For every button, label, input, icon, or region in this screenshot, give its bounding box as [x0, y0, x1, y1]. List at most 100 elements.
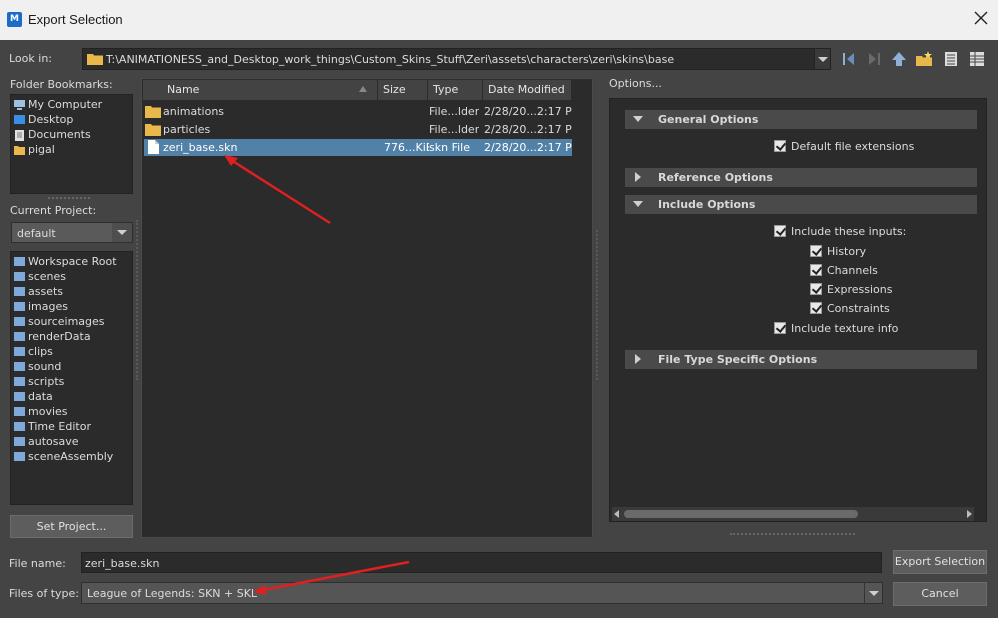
constraints-checkbox[interactable] — [810, 302, 822, 314]
checkbox-label: Constraints — [827, 302, 890, 315]
file-icon — [148, 140, 159, 154]
current-project-label: Current Project: — [10, 204, 97, 217]
file-type-options-header[interactable]: File Type Specific Options — [625, 350, 977, 369]
project-item-label: data — [28, 390, 53, 403]
sort-arrow-icon — [359, 86, 367, 92]
folder-icon — [14, 452, 25, 461]
project-item-label: assets — [28, 285, 64, 298]
checkbox-label: Include these inputs: — [791, 225, 907, 238]
file-row[interactable]: particles File...lder 2/28/20...2:17 PM — [144, 121, 572, 138]
expressions-checkbox[interactable] — [810, 283, 822, 295]
file-size-cell: 776...KiB — [384, 141, 429, 154]
file-type-cell: skn File — [429, 141, 470, 154]
bookmarks-label: Folder Bookmarks: — [10, 78, 113, 91]
folder-icon — [14, 437, 25, 446]
column-header-date[interactable]: Date Modified — [483, 80, 572, 100]
files-of-type-value: League of Legends: SKN + SKL — [87, 587, 258, 600]
folder-icon — [14, 287, 25, 296]
general-options-header[interactable]: General Options — [625, 110, 977, 129]
project-value: default — [17, 227, 56, 240]
file-row[interactable]: animations File...lder 2/28/20...2:17 PM — [144, 103, 572, 120]
reference-options-header[interactable]: Reference Options — [625, 168, 977, 187]
bookmarks-list: My Computer Desktop Documents pigal — [10, 94, 133, 194]
column-header-label: Date Modified — [488, 83, 565, 96]
folder-icon — [14, 302, 25, 311]
column-header-label: Size — [383, 83, 406, 96]
file-name-input[interactable]: zeri_base.skn — [81, 552, 882, 573]
back-icon[interactable] — [840, 50, 858, 68]
chevron-down-icon — [869, 591, 879, 596]
set-project-button[interactable]: Set Project... — [10, 515, 133, 538]
scroll-right-icon[interactable] — [967, 510, 972, 518]
file-date-cell: 2/28/20...2:17 PM — [484, 105, 572, 118]
default-extensions-checkbox[interactable] — [774, 140, 786, 152]
project-item-label: Time Editor — [28, 420, 91, 433]
scroll-thumb[interactable] — [624, 510, 858, 518]
files-of-type-label: Files of type: — [9, 587, 80, 600]
project-item-label: sourceimages — [28, 315, 105, 328]
file-name-cell: particles — [163, 123, 211, 136]
group-title: Reference Options — [658, 171, 773, 184]
close-icon[interactable] — [972, 9, 990, 27]
bottom-splitter[interactable] — [730, 533, 855, 535]
detail-view-icon[interactable] — [968, 50, 986, 68]
document-icon — [15, 130, 24, 141]
options-horizontal-scrollbar[interactable] — [612, 507, 974, 521]
file-name-cell: zeri_base.skn — [163, 141, 238, 154]
options-panel: General Options Default file extensions … — [609, 98, 987, 522]
column-header-name[interactable]: Name — [143, 80, 378, 100]
maya-app-icon: M — [7, 12, 22, 27]
look-in-dropdown[interactable] — [814, 49, 830, 69]
collapse-arrow-icon — [633, 201, 643, 207]
include-options-header[interactable]: Include Options — [625, 195, 977, 214]
folder-icon — [14, 317, 25, 326]
files-of-type-combo[interactable]: League of Legends: SKN + SKL — [81, 582, 883, 604]
options-label: Options... — [609, 77, 662, 90]
folder-icon — [14, 146, 25, 155]
cancel-button[interactable]: Cancel — [893, 582, 987, 606]
folder-icon — [14, 377, 25, 386]
file-date-cell: 2/28/20...2:17 PM — [484, 123, 572, 136]
look-in-label: Look in: — [9, 52, 52, 65]
folder-icon — [14, 422, 25, 431]
look-in-combo[interactable]: T:\ANIMATIONESS_and_Desktop_work_things\… — [82, 48, 831, 70]
collapse-arrow-icon — [633, 116, 643, 122]
group-title: Include Options — [658, 198, 756, 211]
up-folder-icon[interactable] — [890, 50, 908, 68]
forward-icon[interactable] — [865, 50, 883, 68]
column-header-size[interactable]: Size — [378, 80, 428, 100]
splitter-handle[interactable] — [48, 197, 90, 199]
middle-splitter[interactable] — [596, 230, 598, 380]
project-item-label: clips — [28, 345, 53, 358]
column-header-type[interactable]: Type — [428, 80, 483, 100]
list-view-icon[interactable] — [942, 50, 960, 68]
export-selection-button[interactable]: Export Selection — [893, 550, 987, 574]
expand-arrow-icon — [635, 172, 641, 182]
file-row-selected[interactable]: zeri_base.skn 776...KiB skn File 2/28/20… — [144, 139, 572, 156]
bookmark-label: My Computer — [28, 98, 103, 111]
bookmark-label: pigal — [28, 143, 55, 156]
checkbox-label: Include texture info — [791, 322, 899, 335]
include-inputs-checkbox[interactable] — [774, 225, 786, 237]
scroll-left-icon[interactable] — [614, 510, 619, 518]
file-list: Name Size Type Date Modified animations … — [141, 78, 593, 538]
new-folder-icon[interactable] — [915, 50, 933, 68]
computer-icon — [14, 100, 25, 110]
folder-icon — [87, 54, 103, 65]
column-header-label: Name — [167, 83, 200, 96]
project-combo[interactable]: default — [11, 222, 133, 243]
file-name-cell: animations — [163, 105, 225, 118]
bookmark-label: Documents — [28, 128, 91, 141]
chevron-down-icon — [117, 230, 127, 235]
channels-checkbox[interactable] — [810, 264, 822, 276]
bookmark-label: Desktop — [28, 113, 74, 126]
project-item-label: scenes — [28, 270, 67, 283]
history-checkbox[interactable] — [810, 245, 822, 257]
folder-icon — [14, 257, 25, 266]
texture-info-checkbox[interactable] — [774, 322, 786, 334]
project-item-label: movies — [28, 405, 68, 418]
file-name-label: File name: — [9, 557, 66, 570]
file-date-cell: 2/28/20...2:17 PM — [484, 141, 572, 154]
left-splitter[interactable] — [136, 220, 138, 380]
project-item-label: scripts — [28, 375, 65, 388]
